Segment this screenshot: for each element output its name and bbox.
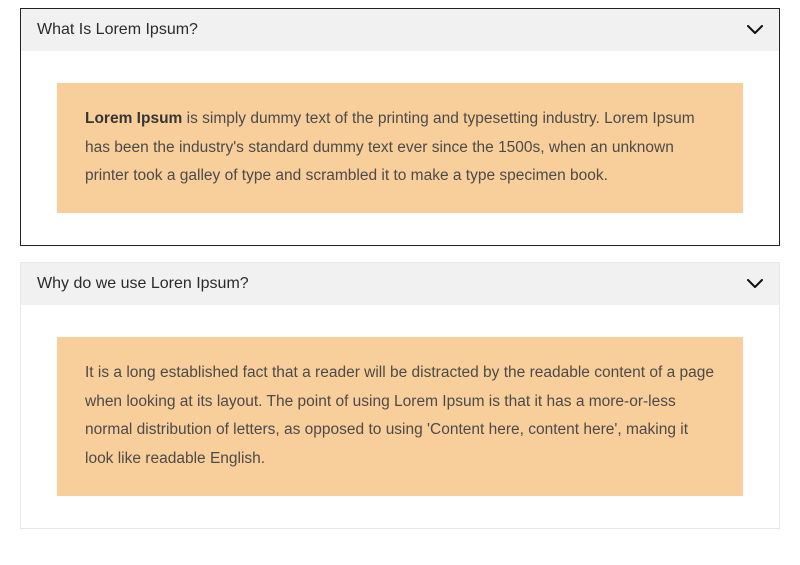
accordion-body-text: It is a long established fact that a rea… — [85, 359, 715, 474]
accordion-title: Why do we use Loren Ipsum? — [37, 275, 249, 293]
accordion-item: What Is Lorem Ipsum? Lorem Ipsum is simp… — [20, 8, 780, 246]
highlight-box: Lorem Ipsum is simply dummy text of the … — [57, 83, 743, 213]
accordion-body-bold: Lorem Ipsum — [85, 110, 182, 127]
accordion-header[interactable]: Why do we use Loren Ipsum? — [21, 263, 779, 305]
chevron-down-icon — [747, 25, 763, 35]
accordion-body-text: Lorem Ipsum is simply dummy text of the … — [85, 105, 715, 191]
accordion-title: What Is Lorem Ipsum? — [37, 21, 198, 39]
accordion-item: Why do we use Loren Ipsum? It is a long … — [20, 262, 780, 529]
accordion-header[interactable]: What Is Lorem Ipsum? — [21, 9, 779, 51]
accordion-body: Lorem Ipsum is simply dummy text of the … — [21, 51, 779, 245]
highlight-box: It is a long established fact that a rea… — [57, 337, 743, 496]
chevron-down-icon — [747, 279, 763, 289]
accordion-body: It is a long established fact that a rea… — [21, 305, 779, 528]
